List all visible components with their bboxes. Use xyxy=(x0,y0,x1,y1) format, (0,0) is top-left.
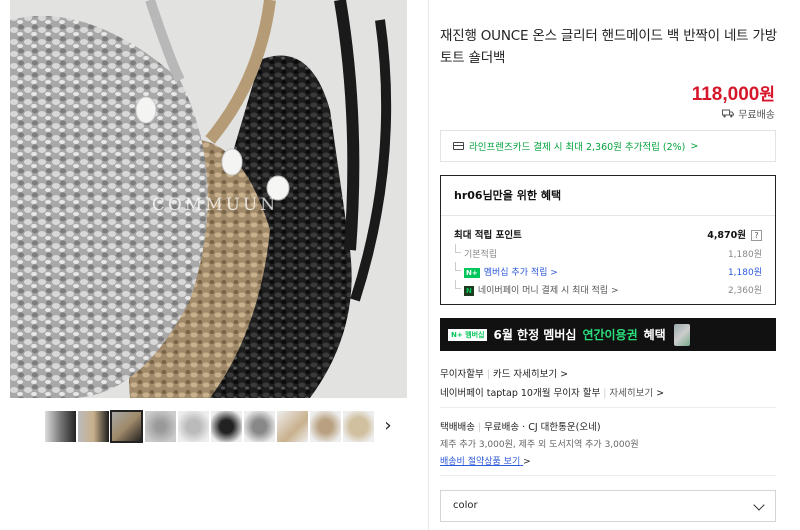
promo-ticket-icon xyxy=(673,323,690,346)
thumbnail-4[interactable] xyxy=(145,411,176,442)
delivery-type: 택배배송 xyxy=(440,422,475,433)
card-details-link[interactable]: 카드 자세히보기 xyxy=(493,369,557,380)
price-unit: 원 xyxy=(759,85,775,104)
thumbnail-10[interactable] xyxy=(343,411,374,442)
card-benefit-text: 라인프렌즈카드 결제 시 최대 2,360원 추가적립 (2%) xyxy=(469,142,686,153)
thumbnail-5[interactable] xyxy=(178,411,209,442)
thumbnail-2[interactable] xyxy=(78,411,109,442)
benefit-row-label[interactable]: 네이버페이 머니 결제 시 최대 적립 > xyxy=(478,286,619,296)
help-icon[interactable]: ? xyxy=(751,230,762,241)
benefit-row-label: 기본적립 xyxy=(454,244,497,260)
promo-text-after: 혜택 xyxy=(643,328,666,342)
thumbnail-8[interactable] xyxy=(277,411,308,442)
chevron-right-icon: > xyxy=(690,140,699,152)
chevron-right-icon: > xyxy=(656,388,665,399)
product-price: 118,000원 xyxy=(692,80,775,106)
membership-badge: N+ 멤버십 xyxy=(448,328,488,341)
chevron-down-icon xyxy=(753,499,765,511)
benefit-row-label[interactable]: 멤버십 추가 적립 > xyxy=(484,268,558,278)
watermark-text: COMMUUN xyxy=(152,195,278,215)
promo-text-before: 6월 한정 멤버십 xyxy=(493,328,577,342)
product-photo: COMMUUN xyxy=(10,0,407,398)
benefit-box: hr06님만을 위한 혜택 최대 적립 포인트 4,870원? 기본적립 1,1… xyxy=(440,175,776,305)
benefit-row-basic: 기본적립 1,180원 xyxy=(454,244,762,260)
thumbnail-9[interactable] xyxy=(310,411,341,442)
promo-text-highlight: 연간이용권 xyxy=(582,328,638,342)
details-link[interactable]: 자세히보기 xyxy=(609,388,653,399)
shipping-summary: 무료배송 xyxy=(722,106,775,121)
color-option-select[interactable]: color xyxy=(440,490,776,522)
naverpay-badge-icon: N xyxy=(464,285,474,296)
thumbnail-1[interactable] xyxy=(45,411,76,442)
benefit-row-value: 1,180원 xyxy=(727,250,762,260)
product-title: 재진행 OUNCE 온스 글리터 핸드메이드 백 반짝이 네트 가방 토트 숄더… xyxy=(440,28,777,66)
thumbnail-strip: › xyxy=(10,405,407,445)
shipping-text: 무료배송 xyxy=(738,110,775,121)
max-points-label: 최대 적립 포인트 xyxy=(454,230,522,241)
main-product-image[interactable]: COMMUUN xyxy=(10,0,407,398)
delivery-carrier: · CJ 대한통운(오네) xyxy=(522,422,601,433)
shipping-saving-link-text[interactable]: 배송비 절약상품 보기 xyxy=(440,457,520,467)
benefit-row-value: 2,360원 xyxy=(727,286,762,296)
color-option-placeholder: color xyxy=(453,500,478,511)
credit-card-icon xyxy=(453,142,464,150)
divider xyxy=(440,407,776,408)
divider xyxy=(440,475,776,476)
naverpay-installment-text: 네이버페이 taptap 10개월 무이자 할부 xyxy=(440,388,601,399)
membership-promo-banner[interactable]: N+ 멤버십 6월 한정 멤버십 연간이용권 혜택 xyxy=(440,318,776,351)
max-points-value: 4,870원 xyxy=(707,230,746,241)
chevron-right-icon: > xyxy=(523,457,531,467)
thumbnail-3-selected[interactable] xyxy=(110,410,143,443)
delivery-fee: 무료배송 xyxy=(484,422,520,433)
card-benefit-banner[interactable]: 라인프렌즈카드 결제 시 최대 2,360원 추가적립 (2%) > xyxy=(440,130,776,162)
delivery-row: 택배배송 | 무료배송 · CJ 대한통운(오네) xyxy=(440,422,601,433)
max-points-row: 최대 적립 포인트 4,870원? xyxy=(454,227,762,241)
chevron-right-icon: > xyxy=(560,369,569,380)
thumbnail-next-chevron-icon[interactable]: › xyxy=(378,415,398,437)
product-info-panel: 재진행 OUNCE 온스 글리터 핸드메이드 백 반짝이 네트 가방 토트 숄더… xyxy=(428,0,800,530)
benefit-row-membership[interactable]: N+ 멤버십 추가 적립 > 1,180원 xyxy=(454,262,762,278)
thumbnail-6[interactable] xyxy=(211,411,242,442)
naverpay-installment-row: 네이버페이 taptap 10개월 무이자 할부 | 자세히보기 > xyxy=(440,388,665,399)
benefit-row-value: 1,180원 xyxy=(727,268,762,278)
benefit-title: hr06님만을 위한 혜택 xyxy=(441,176,775,216)
payment-installment-row: 무이자할부 | 카드 자세히보기 > xyxy=(440,369,569,380)
delivery-extra-fee: 제주 추가 3,000원, 제주 외 도서지역 추가 3,000원 xyxy=(440,440,639,450)
thumbnail-7[interactable] xyxy=(244,411,275,442)
installment-label: 무이자할부 xyxy=(440,369,484,380)
benefit-row-naverpay[interactable]: N 네이버페이 머니 결제 시 최대 적립 > 2,360원 xyxy=(454,280,762,296)
price-number: 118,000 xyxy=(691,84,760,105)
shipping-saving-link[interactable]: 배송비 절약상품 보기 > xyxy=(440,454,531,467)
truck-icon xyxy=(722,109,735,118)
naver-plus-badge-icon: N+ xyxy=(464,267,480,278)
